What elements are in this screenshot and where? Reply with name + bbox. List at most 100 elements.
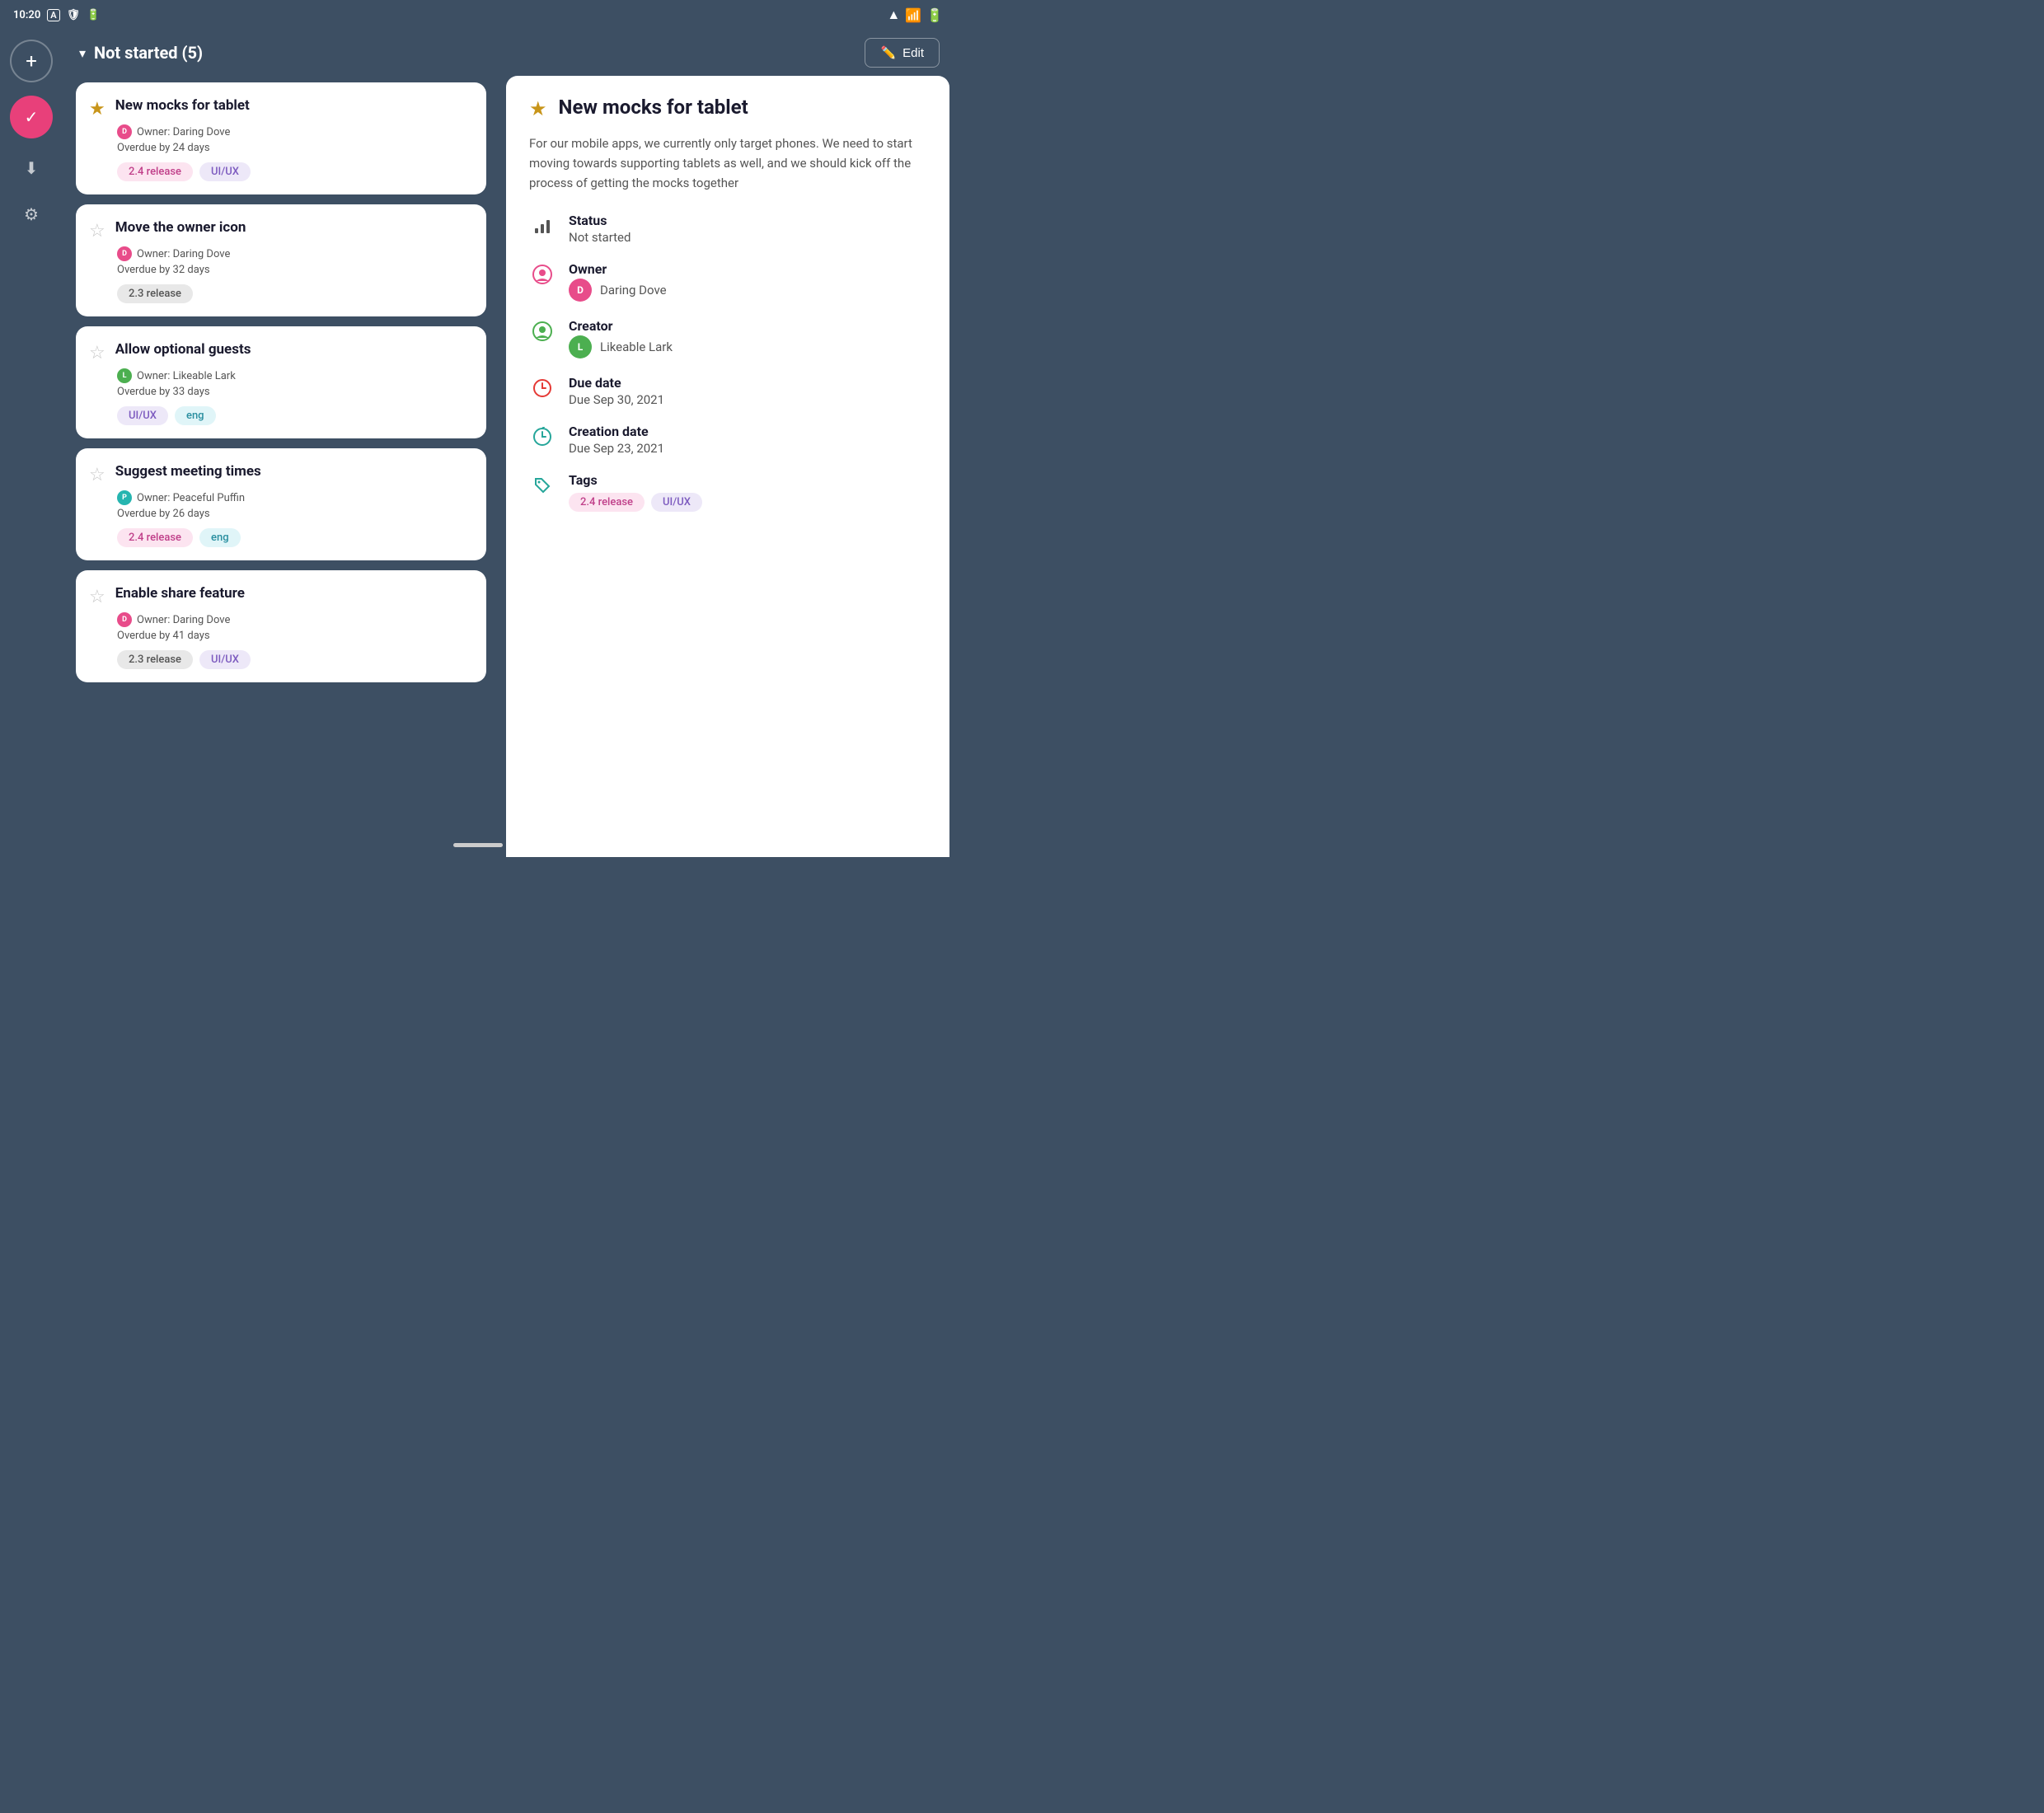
edit-label: Edit	[902, 46, 924, 60]
tag[interactable]: 2.4 release	[117, 162, 193, 181]
task-title: New mocks for tablet	[115, 97, 250, 114]
detail-panel: ★ New mocks for tablet For our mobile ap…	[506, 76, 949, 857]
owner-avatar-md: D	[569, 279, 592, 302]
task-card[interactable]: ☆ Enable share feature D Owner: Daring D…	[76, 570, 486, 682]
due-date-label: Due date	[569, 375, 664, 391]
detail-tag-list: 2.4 release UI/UX	[569, 493, 702, 512]
due-date-value: Due Sep 30, 2021	[569, 392, 664, 407]
check-icon: ✓	[25, 107, 39, 127]
tag[interactable]: eng	[199, 528, 241, 547]
battery-icon: 🔋	[926, 7, 943, 23]
inbox-button[interactable]: ⬇	[15, 152, 48, 185]
detail-creator-row: Creator L Likeable Lark	[529, 318, 926, 358]
tag[interactable]: UI/UX	[199, 162, 251, 181]
detail-creation-row: Creation date Due Sep 23, 2021	[529, 424, 926, 456]
detail-tags-row: Tags 2.4 release UI/UX	[529, 472, 926, 512]
task-title: Enable share feature	[115, 585, 245, 602]
creator-label: Creator	[569, 318, 673, 334]
detail-tag[interactable]: 2.4 release	[569, 493, 645, 512]
owner-avatar: P	[117, 490, 132, 505]
add-button[interactable]: +	[10, 40, 53, 82]
tag-list: 2.3 release	[117, 284, 473, 303]
creation-date-label: Creation date	[569, 424, 664, 439]
tag[interactable]: 2.3 release	[117, 650, 193, 669]
task-card[interactable]: ☆ Allow optional guests L Owner: Likeabl…	[76, 326, 486, 438]
owner-avatar: L	[117, 368, 132, 383]
settings-button[interactable]: ⚙	[15, 198, 48, 231]
owner-label: Owner: Daring Dove	[137, 126, 230, 138]
owner-label: Owner	[569, 261, 667, 277]
app-layout: + ✓ ⬇ ⚙ ▾ Not started (5) ✏️ Edit	[0, 30, 956, 857]
status-time: 10:20	[13, 9, 40, 21]
task-card[interactable]: ☆ Suggest meeting times P Owner: Peacefu…	[76, 448, 486, 560]
owner-label: Owner: Daring Dove	[137, 248, 230, 260]
detail-status-row: Status Not started	[529, 213, 926, 245]
detail-star-icon[interactable]: ★	[529, 97, 547, 120]
tag-list: 2.4 release eng	[117, 528, 473, 547]
detail-tag[interactable]: UI/UX	[651, 493, 702, 512]
overdue-label: Overdue by 33 days	[117, 386, 473, 398]
overdue-label: Overdue by 24 days	[117, 142, 473, 154]
task-card[interactable]: ☆ Move the owner icon D Owner: Daring Do…	[76, 204, 486, 316]
status-value: Not started	[569, 230, 631, 245]
content-area: ▾ Not started (5) ✏️ Edit ★ New mocks fo…	[63, 30, 956, 857]
creator-avatar-md: L	[569, 335, 592, 358]
detail-description: For our mobile apps, we currently only t…	[529, 134, 926, 193]
tasks-button[interactable]: ✓	[10, 96, 53, 138]
wifi-icon: ▲	[887, 7, 900, 23]
star-icon[interactable]: ☆	[89, 587, 105, 607]
edit-icon: ✏️	[880, 45, 896, 60]
plus-icon: +	[26, 49, 37, 73]
tag[interactable]: 2.4 release	[117, 528, 193, 547]
star-icon[interactable]: ☆	[89, 465, 105, 485]
overdue-label: Overdue by 41 days	[117, 630, 473, 642]
task-title: Allow optional guests	[115, 341, 251, 358]
page-title: Not started (5)	[94, 43, 203, 63]
sidebar: + ✓ ⬇ ⚙	[0, 30, 63, 857]
main-columns: ★ New mocks for tablet D Owner: Daring D…	[63, 76, 956, 857]
inbox-icon: ⬇	[25, 158, 39, 178]
owner-label: Owner: Daring Dove	[137, 614, 230, 626]
tag[interactable]: UI/UX	[117, 406, 168, 425]
tags-icon	[532, 476, 552, 499]
header: ▾ Not started (5) ✏️ Edit	[63, 30, 956, 76]
owner-label: Owner: Peaceful Puffin	[137, 492, 245, 504]
tags-label: Tags	[569, 472, 702, 488]
owner-label: Owner: Likeable Lark	[137, 370, 236, 382]
status-icon	[533, 217, 551, 239]
tag[interactable]: eng	[175, 406, 216, 425]
overdue-label: Overdue by 32 days	[117, 264, 473, 276]
status-label: Status	[569, 213, 631, 228]
star-icon[interactable]: ★	[89, 99, 105, 119]
status-icon-battery: 🔋	[87, 9, 100, 21]
due-date-icon	[532, 378, 552, 401]
task-card[interactable]: ★ New mocks for tablet D Owner: Daring D…	[76, 82, 486, 194]
creation-date-icon	[532, 427, 552, 450]
collapse-icon[interactable]: ▾	[79, 45, 86, 61]
tag[interactable]: 2.3 release	[117, 284, 193, 303]
status-icon-shield: 🛡	[67, 9, 81, 21]
tag-list: 2.3 release UI/UX	[117, 650, 473, 669]
status-icon-a: A	[47, 9, 59, 21]
creation-date-value: Due Sep 23, 2021	[569, 441, 664, 456]
owner-icon	[532, 265, 552, 288]
tag-list: UI/UX eng	[117, 406, 473, 425]
owner-avatar: D	[117, 612, 132, 627]
overdue-label: Overdue by 26 days	[117, 508, 473, 520]
detail-title: New mocks for tablet	[559, 96, 748, 119]
creator-icon	[532, 321, 552, 344]
tag[interactable]: UI/UX	[199, 650, 251, 669]
detail-owner-row: Owner D Daring Dove	[529, 261, 926, 302]
task-title: Suggest meeting times	[115, 463, 261, 480]
detail-due-row: Due date Due Sep 30, 2021	[529, 375, 926, 407]
gear-icon: ⚙	[24, 204, 39, 224]
owner-value: Daring Dove	[600, 283, 667, 297]
edit-button[interactable]: ✏️ Edit	[865, 38, 940, 68]
star-icon[interactable]: ☆	[89, 343, 105, 363]
tag-list: 2.4 release UI/UX	[117, 162, 473, 181]
task-title: Move the owner icon	[115, 219, 246, 236]
star-icon[interactable]: ☆	[89, 221, 105, 241]
owner-avatar: D	[117, 246, 132, 261]
task-list: ★ New mocks for tablet D Owner: Daring D…	[63, 76, 499, 857]
creator-value: Likeable Lark	[600, 340, 673, 354]
